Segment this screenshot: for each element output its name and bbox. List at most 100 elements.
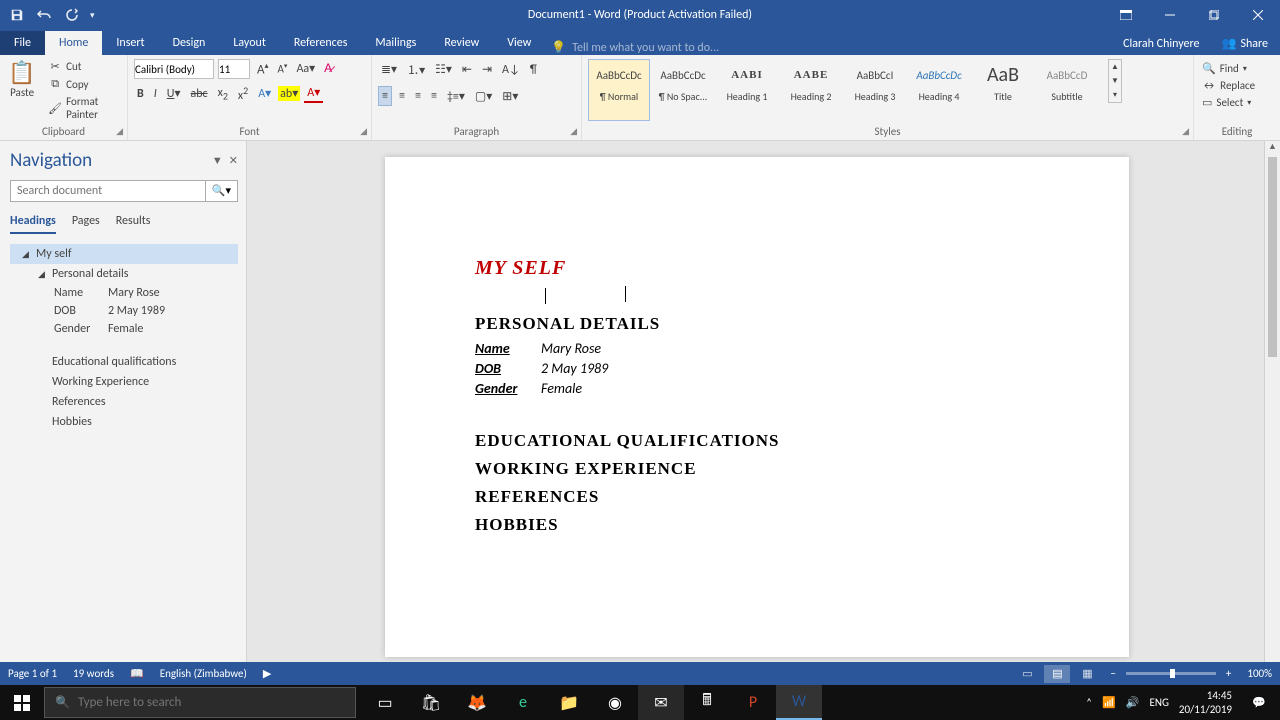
format-painter-button[interactable]: 🖌Format Painter xyxy=(46,94,121,122)
calculator-icon[interactable]: 🖩 xyxy=(684,685,730,720)
close-icon[interactable] xyxy=(1236,0,1280,30)
taskbar-search-input[interactable] xyxy=(78,695,345,710)
nav-tab-results[interactable]: Results xyxy=(116,214,151,234)
style-title[interactable]: AaBTitle xyxy=(972,59,1034,121)
cut-button[interactable]: ✂Cut xyxy=(46,59,121,74)
macro-icon[interactable]: ▶ xyxy=(263,667,271,680)
document-area[interactable]: MY SELF PERSONAL DETAILS NameMary Rose D… xyxy=(247,141,1280,662)
tray-network-icon[interactable]: 📶 xyxy=(1102,696,1116,709)
redo-icon[interactable] xyxy=(64,8,78,22)
replace-button[interactable]: ↔Replace xyxy=(1200,78,1274,93)
nav-search-input[interactable] xyxy=(10,180,206,202)
bullets-button[interactable]: ≣▾ xyxy=(378,60,400,79)
nav-tab-pages[interactable]: Pages xyxy=(72,214,100,234)
outlook-icon[interactable]: ✉ xyxy=(638,685,684,720)
status-language[interactable]: English (Zimbabwe) xyxy=(160,667,247,680)
minimize-icon[interactable] xyxy=(1148,0,1192,30)
change-case-button[interactable]: Aa▾ xyxy=(293,59,318,79)
nav-detail-gender[interactable]: GenderFemale xyxy=(10,320,238,338)
italic-button[interactable]: I xyxy=(151,86,160,102)
align-left-button[interactable]: ≡ xyxy=(378,86,392,106)
status-page[interactable]: Page 1 of 1 xyxy=(8,667,57,680)
style-heading-4[interactable]: AaBbCcDcHeading 4 xyxy=(908,59,970,121)
inc-indent-button[interactable]: ⇥ xyxy=(479,60,495,79)
undo-icon[interactable] xyxy=(36,8,52,22)
tab-review[interactable]: Review xyxy=(430,31,493,55)
tab-insert[interactable]: Insert xyxy=(102,31,158,55)
taskbar-search[interactable]: 🔍 xyxy=(44,687,356,718)
doc-h3-references[interactable]: REFERENCES xyxy=(475,487,1039,507)
doc-h3-education[interactable]: EDUCATIONAL QUALIFICATIONS xyxy=(475,431,1039,451)
style-heading-1[interactable]: AABIHeading 1 xyxy=(716,59,778,121)
copy-button[interactable]: ⧉Copy xyxy=(46,76,121,92)
style--no-spac-[interactable]: AaBbCcDc¶ No Spac... xyxy=(652,59,714,121)
style-heading-3[interactable]: AaBbCcIHeading 3 xyxy=(844,59,906,121)
clipboard-dialog-launcher[interactable]: ◢ xyxy=(116,126,123,137)
maximize-icon[interactable] xyxy=(1192,0,1236,30)
tray-volume-icon[interactable]: 🔊 xyxy=(1126,696,1140,709)
superscript-button[interactable]: x2 xyxy=(235,83,251,104)
bold-button[interactable]: B xyxy=(134,86,147,102)
font-name-select[interactable] xyxy=(134,59,214,79)
doc-h3-hobbies[interactable]: HOBBIES xyxy=(475,515,1039,535)
dec-indent-button[interactable]: ⇤ xyxy=(459,60,475,79)
clear-format-button[interactable]: A̷ xyxy=(321,59,335,79)
font-color-button[interactable]: A▾ xyxy=(304,84,323,103)
styles-up-icon[interactable]: ▲ xyxy=(1109,60,1121,74)
shading-button[interactable]: ▢▾ xyxy=(472,87,495,106)
align-right-button[interactable]: ≡ xyxy=(412,87,424,105)
borders-button[interactable]: ⊞▾ xyxy=(499,87,521,106)
page[interactable]: MY SELF PERSONAL DETAILS NameMary Rose D… xyxy=(385,157,1129,657)
shrink-font-button[interactable]: A▾ xyxy=(275,59,291,79)
powerpoint-icon[interactable]: P xyxy=(730,685,776,720)
grow-font-button[interactable]: A▴ xyxy=(254,59,272,79)
nav-item-working[interactable]: Working Experience xyxy=(10,372,238,392)
doc-row-name[interactable]: NameMary Rose xyxy=(475,340,1039,357)
nav-close-icon[interactable]: ✕ xyxy=(229,154,238,167)
strike-button[interactable]: abc xyxy=(188,86,211,102)
justify-button[interactable]: ≡ xyxy=(428,87,440,105)
user-name[interactable]: Clarah Chinyere xyxy=(1123,37,1199,51)
align-center-button[interactable]: ≡ xyxy=(396,87,408,105)
doc-row-gender[interactable]: GenderFemale xyxy=(475,380,1039,397)
nav-item-myself[interactable]: ◢My self xyxy=(10,244,238,264)
nav-detail-name[interactable]: NameMary Rose xyxy=(10,284,238,302)
show-marks-button[interactable]: ¶ xyxy=(527,61,540,79)
font-dialog-launcher[interactable]: ◢ xyxy=(360,126,367,137)
ribbon-display-icon[interactable] xyxy=(1104,0,1148,30)
doc-row-dob[interactable]: DOB2 May 1989 xyxy=(475,360,1039,377)
tab-design[interactable]: Design xyxy=(159,31,220,55)
text-effects-button[interactable]: A▾ xyxy=(255,85,274,102)
numbering-button[interactable]: ⒈▾ xyxy=(404,59,428,80)
zoom-in-button[interactable]: + xyxy=(1220,667,1237,680)
subscript-button[interactable]: x2 xyxy=(215,85,231,103)
select-button[interactable]: ▭Select▾ xyxy=(1200,95,1274,110)
nav-tab-headings[interactable]: Headings xyxy=(10,214,56,234)
nav-item-hobbies[interactable]: Hobbies xyxy=(10,412,238,432)
nav-search-button[interactable]: 🔍▾ xyxy=(206,180,238,202)
styles-down-icon[interactable]: ▼ xyxy=(1109,74,1121,88)
explorer-icon[interactable]: 📁 xyxy=(546,685,592,720)
web-layout-button[interactable]: ▦ xyxy=(1074,665,1100,683)
tab-layout[interactable]: Layout xyxy=(219,31,280,55)
styles-expand-icon[interactable]: ▾ xyxy=(1109,88,1121,102)
qat-customize-icon[interactable]: ▾ xyxy=(90,10,95,21)
zoom-level[interactable]: 100% xyxy=(1247,667,1272,680)
line-spacing-button[interactable]: ‡≡▾ xyxy=(444,87,468,106)
store-icon[interactable]: 🛍 xyxy=(408,685,454,720)
style-subtitle[interactable]: AaBbCcDSubtitle xyxy=(1036,59,1098,121)
nav-item-personal-details[interactable]: ◢Personal details xyxy=(10,264,238,284)
start-button[interactable] xyxy=(0,685,44,720)
tab-view[interactable]: View xyxy=(493,31,545,55)
scroll-thumb[interactable] xyxy=(1268,157,1277,357)
edge-icon[interactable]: e xyxy=(500,685,546,720)
styles-more[interactable]: ▲ ▼ ▾ xyxy=(1108,59,1122,103)
print-layout-button[interactable]: ▤ xyxy=(1044,665,1070,683)
styles-dialog-launcher[interactable]: ◢ xyxy=(1182,126,1189,137)
firefox-icon[interactable]: 🦊 xyxy=(454,685,500,720)
status-words[interactable]: 19 words xyxy=(73,667,114,680)
tray-language[interactable]: ENG xyxy=(1149,696,1168,709)
notifications-icon[interactable]: 💬 xyxy=(1242,685,1276,720)
taskview-icon[interactable]: ▭ xyxy=(362,685,408,720)
doc-h3-working[interactable]: WORKING EXPERIENCE xyxy=(475,459,1039,479)
